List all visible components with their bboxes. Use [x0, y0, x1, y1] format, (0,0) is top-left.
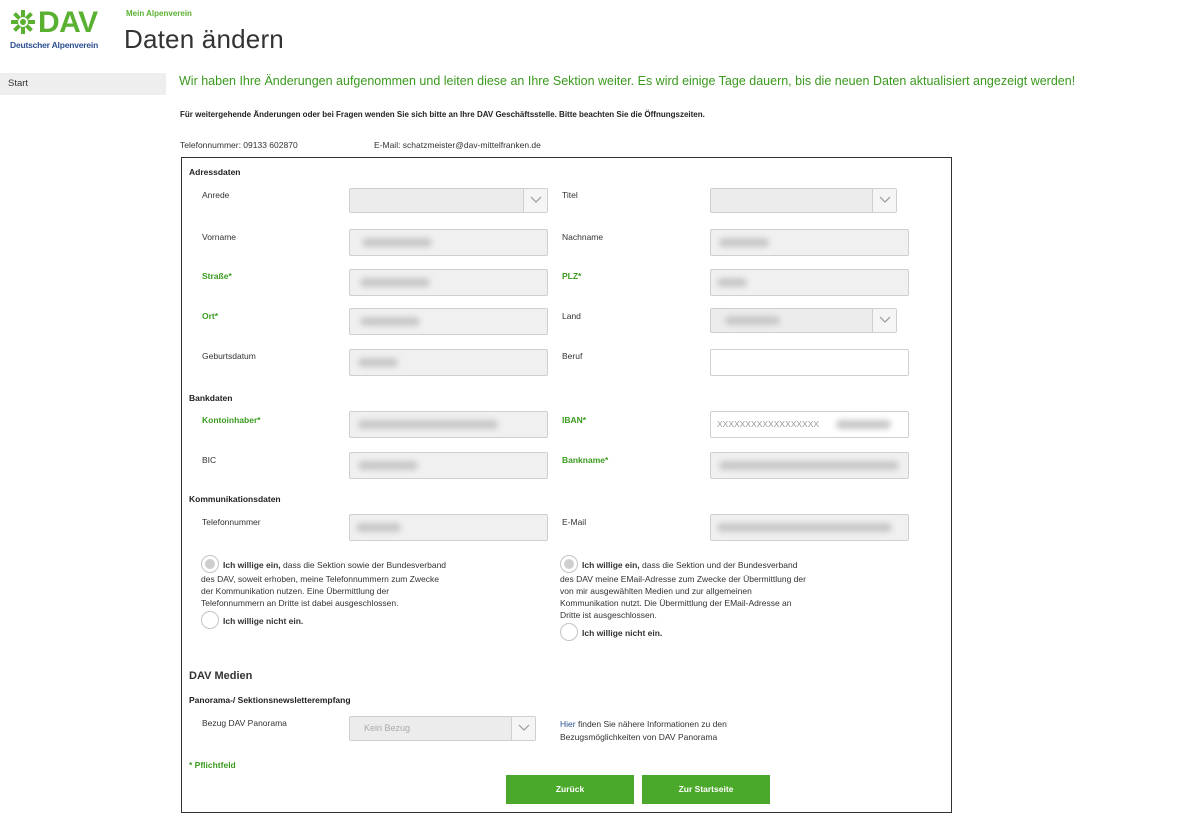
email-consent-yes[interactable]: Ich willige ein, dass die Sektion und de…: [560, 555, 940, 573]
email-consent-line: Dritte ist ausgeschlossen.: [560, 610, 657, 620]
media-info-text: finden Sie nähere Informationen zu den: [577, 719, 727, 729]
email-consent: Ich willige ein, dass die Sektion und de…: [560, 555, 940, 641]
strasse-label: Straße*: [202, 271, 232, 281]
contact-info: Telefonnummer: 09133 602870 E-Mail: scha…: [180, 140, 541, 150]
vorname-input[interactable]: [349, 229, 548, 256]
land-label: Land: [562, 311, 581, 321]
edelweiss-icon: [11, 10, 35, 34]
kontoinhaber-label: Kontoinhaber*: [202, 415, 261, 425]
bezug-value: Kein Bezug: [364, 723, 411, 733]
chevron-down-icon: [872, 189, 896, 212]
bankname-label: Bankname*: [562, 455, 609, 465]
phone-consent-yes[interactable]: Ich willige ein, dass die Sektion sowie …: [201, 555, 561, 573]
anrede-label: Anrede: [202, 190, 230, 200]
sidebar: Start: [0, 73, 166, 95]
vorname-label: Vorname: [202, 232, 237, 242]
media-heading: DAV Medien: [189, 670, 253, 682]
phone-consent-no-radio[interactable]: [201, 611, 219, 629]
section-kicker: Mein Alpenverein: [126, 9, 192, 18]
nachname-label: Nachname: [562, 232, 604, 242]
iban-input[interactable]: XXXXXXXXXXXXXXXXXX: [710, 411, 909, 438]
media-info-link[interactable]: Hier: [560, 719, 576, 729]
phone-consent-line: des DAV, soweit erhoben, meine Telefonnu…: [201, 574, 439, 584]
phone-consent-no-label: Ich willige nicht ein.: [223, 616, 304, 626]
change-data-form: Adressdaten Anrede Titel Vorname Nachnam…: [181, 157, 952, 813]
chevron-down-icon: [511, 717, 535, 740]
logo-text: DAV: [38, 6, 98, 39]
iban-value: XXXXXXXXXXXXXXXXXX: [717, 419, 820, 429]
email-consent-line: Kommunikation nutzt. Die Übermittlung de…: [560, 598, 792, 608]
telefon-label: Telefonnummer: [202, 517, 261, 527]
geburtsdatum-input[interactable]: [349, 349, 548, 376]
media-subheading: Panorama-/ Sektionsnewsletterempfang: [189, 695, 351, 705]
back-button[interactable]: Zurück: [506, 775, 634, 804]
page-title: Daten ändern: [124, 24, 284, 54]
ort-input[interactable]: [349, 308, 548, 335]
required-note: * Pflichtfeld: [189, 760, 236, 770]
plz-input[interactable]: [710, 269, 909, 296]
bank-heading: Bankdaten: [189, 393, 233, 403]
email-consent-yes-radio[interactable]: [560, 555, 578, 573]
contact-phone: Telefonnummer: 09133 602870: [180, 140, 298, 150]
email-consent-yes-text: dass die Sektion und der Bundesverband: [642, 560, 798, 570]
home-button[interactable]: Zur Startseite: [642, 775, 770, 804]
beruf-label: Beruf: [562, 351, 583, 361]
email-consent-line: von mir ausgewählten Medien und zur allg…: [560, 586, 752, 596]
bezug-select[interactable]: Kein Bezug: [349, 716, 536, 741]
phone-consent-no[interactable]: Ich willige nicht ein.: [201, 611, 561, 629]
phone-consent-line: der Kommunikation nutzen. Eine Übermittl…: [201, 586, 390, 596]
address-heading: Adressdaten: [189, 167, 241, 177]
email-consent-no[interactable]: Ich willige nicht ein.: [560, 623, 940, 641]
communication-heading: Kommunikationsdaten: [189, 494, 281, 504]
ort-label: Ort*: [202, 311, 219, 321]
strasse-input[interactable]: [349, 269, 548, 296]
iban-label: IBAN*: [562, 415, 587, 425]
telefon-input[interactable]: [349, 514, 548, 541]
phone-consent: Ich willige ein, dass die Sektion sowie …: [201, 555, 561, 629]
phone-consent-line: Telefonnummern an Dritte ist dabei ausge…: [201, 598, 399, 608]
info-note: Für weitergehende Änderungen oder bei Fr…: [180, 110, 705, 119]
kontoinhaber-input[interactable]: [349, 411, 548, 438]
email-consent-no-radio[interactable]: [560, 623, 578, 641]
plz-label: PLZ*: [562, 271, 582, 281]
phone-consent-yes-bold: Ich willige ein,: [223, 560, 281, 570]
beruf-input[interactable]: [710, 349, 909, 376]
bankname-input[interactable]: [710, 452, 909, 479]
sidebar-item-start[interactable]: Start: [0, 73, 166, 95]
bic-label: BIC: [202, 455, 217, 465]
bic-input[interactable]: [349, 452, 548, 479]
media-info: Hier finden Sie nähere Informationen zu …: [560, 718, 727, 744]
email-consent-no-label: Ich willige nicht ein.: [582, 628, 663, 638]
email-input[interactable]: [710, 514, 909, 541]
geburtsdatum-label: Geburtsdatum: [202, 351, 256, 361]
dav-logo[interactable]: DAV Deutscher Alpenverein: [8, 6, 112, 54]
titel-select[interactable]: [710, 188, 897, 213]
email-consent-line: des DAV meine EMail-Adresse zum Zwecke d…: [560, 574, 806, 584]
nachname-input[interactable]: [710, 229, 909, 256]
contact-email: E-Mail: schatzmeister@dav-mittelfranken.…: [374, 140, 541, 150]
email-consent-yes-bold: Ich willige ein,: [582, 560, 640, 570]
chevron-down-icon: [523, 189, 547, 212]
anrede-select[interactable]: [349, 188, 548, 213]
titel-label: Titel: [562, 190, 578, 200]
media-info-line: Bezugsmöglichkeiten von DAV Panorama: [560, 732, 718, 742]
logo-subtitle: Deutscher Alpenverein: [10, 40, 99, 50]
bezug-label: Bezug DAV Panorama: [202, 718, 287, 728]
success-message: Wir haben Ihre Änderungen aufgenommen un…: [179, 74, 1076, 88]
phone-consent-yes-text: dass die Sektion sowie der Bundesverband: [283, 560, 447, 570]
email-label: E-Mail: [562, 517, 587, 527]
land-select[interactable]: [710, 308, 897, 333]
chevron-down-icon: [872, 309, 896, 332]
phone-consent-yes-radio[interactable]: [201, 555, 219, 573]
logo-mark: DAV: [10, 8, 98, 38]
